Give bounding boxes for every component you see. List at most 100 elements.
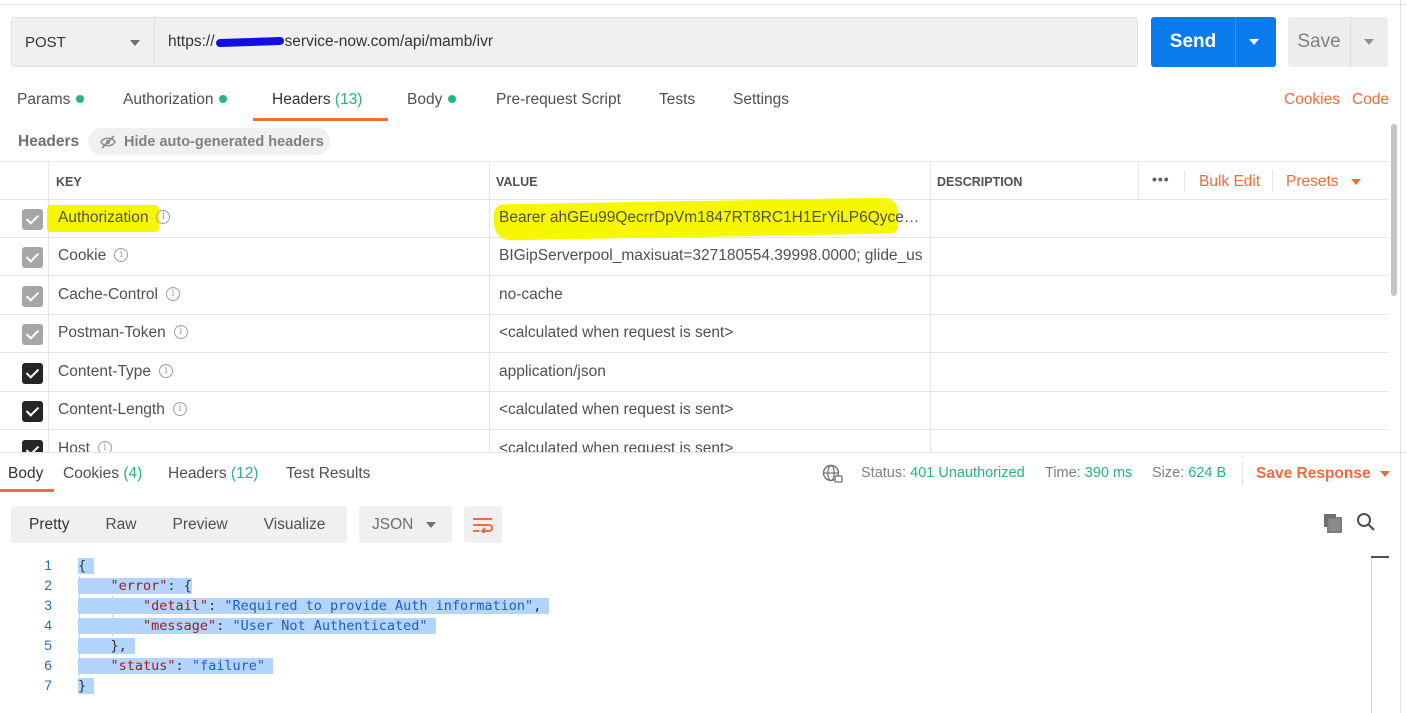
info-icon[interactable]: i: [173, 324, 188, 339]
send-button[interactable]: Send: [1151, 17, 1276, 67]
time-value[interactable]: 390 ms: [1085, 465, 1133, 481]
method-label: POST: [25, 33, 66, 51]
header-key-text: Authorization: [58, 209, 149, 226]
header-key: Content-Type i: [58, 363, 174, 381]
header-value[interactable]: <calculated when request is sent>: [499, 401, 922, 419]
active-tab-indicator: [253, 118, 388, 121]
tab-tests[interactable]: Tests: [659, 91, 695, 109]
code-line: "message": "User Not Authenticated": [78, 616, 436, 636]
window-edge: [1400, 0, 1401, 713]
method-select[interactable]: POST: [11, 17, 155, 67]
tab-headers[interactable]: Headers (13): [272, 91, 362, 109]
checkbox-icon[interactable]: [22, 247, 43, 268]
header-value[interactable]: <calculated when request is sent>: [499, 324, 922, 342]
chevron-down-icon: [130, 40, 140, 46]
time-readout: Time: 390 ms: [1045, 465, 1132, 481]
editor-scrollbar[interactable]: [1371, 556, 1372, 713]
tab-body[interactable]: Body: [407, 91, 457, 109]
checkbox-icon[interactable]: [22, 440, 43, 452]
hide-auto-generated-label: Hide auto-generated headers: [124, 133, 324, 150]
selection-tail: [86, 558, 95, 574]
table-row: Host i <calculated when request is sent>: [0, 431, 1388, 452]
globe-icon[interactable]: [822, 464, 844, 484]
view-pretty[interactable]: Pretty: [11, 516, 87, 534]
url-prefix: https://: [168, 33, 215, 50]
selection-tail: [86, 678, 95, 694]
chevron-down-icon[interactable]: [1364, 39, 1374, 45]
editor-scrollbar-cap: [1371, 556, 1389, 558]
header-value[interactable]: <calculated when request is sent>: [499, 440, 922, 452]
divider: [1242, 462, 1243, 486]
tab-params[interactable]: Params: [17, 91, 85, 109]
table-row: Cache-Control i no-cache: [0, 277, 1388, 315]
header-key-text: Host: [58, 440, 90, 452]
presets-dropdown[interactable]: Presets: [1286, 173, 1361, 191]
format-select[interactable]: JSON: [359, 506, 452, 543]
status-value[interactable]: 401 Unauthorized: [910, 465, 1024, 481]
checkbox-icon[interactable]: [22, 363, 43, 384]
line-number: 5: [44, 637, 52, 653]
checkbox-icon[interactable]: [22, 401, 43, 422]
code-line: },: [78, 636, 135, 656]
more-options-icon[interactable]: •••: [1152, 171, 1170, 187]
headers-scrollbar[interactable]: [1391, 124, 1397, 296]
tab-params-label: Params: [17, 91, 71, 108]
view-preview[interactable]: Preview: [155, 516, 246, 534]
checkbox-icon[interactable]: [22, 286, 43, 307]
tab-response-cookies[interactable]: Cookies (4): [63, 465, 142, 483]
status-label: Status:: [861, 465, 907, 481]
size-value[interactable]: 624 B: [1188, 465, 1226, 481]
url-input[interactable]: https:// service-now.com/api/mamb/ivr: [155, 17, 1138, 67]
code-link[interactable]: Code: [1352, 91, 1389, 109]
tab-authorization[interactable]: Authorization: [123, 91, 228, 109]
info-icon[interactable]: i: [159, 363, 174, 378]
search-icon[interactable]: [1356, 512, 1376, 532]
header-key-text: Postman-Token: [58, 324, 166, 341]
table-row: Authorization i Bearer ahGEu99QecrrDpVm18…: [0, 197, 1388, 241]
save-label: Save: [1297, 31, 1341, 52]
tab-test-results[interactable]: Test Results: [286, 465, 370, 483]
divider: [1272, 170, 1273, 192]
chevron-down-icon[interactable]: [1249, 39, 1259, 45]
header-value[interactable]: BIGipServerpool_maxisuat=327180554.39998…: [499, 247, 922, 265]
info-icon[interactable]: i: [97, 440, 112, 452]
info-icon[interactable]: i: [165, 286, 180, 301]
code-brace: },: [110, 638, 127, 654]
save-button[interactable]: Save: [1288, 17, 1388, 67]
hide-auto-generated-button[interactable]: Hide auto-generated headers: [88, 128, 330, 155]
header-key-text: Content-Length: [58, 401, 165, 418]
header-value[interactable]: Bearer ahGEu99QecrrDpVm1847RT8RC1H1ErYiL…: [499, 209, 922, 227]
header-key-text: Cache-Control: [58, 286, 158, 303]
info-icon[interactable]: i: [172, 401, 187, 416]
tab-prerequest-script[interactable]: Pre-request Script: [496, 91, 621, 109]
copy-icon[interactable]: [1323, 513, 1343, 533]
save-response-label: Save Response: [1256, 465, 1371, 482]
code-text: "error": {: [78, 578, 192, 594]
tab-response-body[interactable]: Body: [8, 465, 43, 483]
cookies-link[interactable]: Cookies: [1284, 91, 1340, 109]
info-icon[interactable]: i: [114, 247, 129, 262]
window-top-border: [0, 4, 1407, 5]
checkbox-icon[interactable]: [22, 209, 43, 230]
presets-label: Presets: [1286, 173, 1339, 190]
bulk-edit-link[interactable]: Bulk Edit: [1199, 173, 1260, 191]
header-value[interactable]: application/json: [499, 363, 922, 381]
header-key: Authorization i: [58, 209, 171, 227]
tab-body-label: Body: [407, 91, 443, 108]
view-visualize[interactable]: Visualize: [246, 516, 344, 534]
code-text: "detail": "Required to provide Auth info…: [78, 598, 550, 614]
wrap-lines-button[interactable]: [464, 506, 502, 543]
header-value[interactable]: no-cache: [499, 286, 922, 304]
code-brace: {: [78, 558, 87, 574]
tab-authorization-label: Authorization: [123, 91, 214, 108]
info-icon[interactable]: i: [156, 209, 171, 224]
tab-settings[interactable]: Settings: [733, 91, 789, 109]
code-text: "status": "failure": [78, 658, 274, 674]
checkbox-icon[interactable]: [22, 324, 43, 345]
header-key: Content-Length i: [58, 401, 187, 419]
tab-response-headers[interactable]: Headers (12): [168, 465, 258, 483]
save-response-button[interactable]: Save Response: [1256, 465, 1390, 483]
table-row: Content-Type i application/json: [0, 354, 1388, 392]
table-row: Content-Length i <calculated when request…: [0, 392, 1388, 430]
view-raw[interactable]: Raw: [87, 516, 154, 534]
